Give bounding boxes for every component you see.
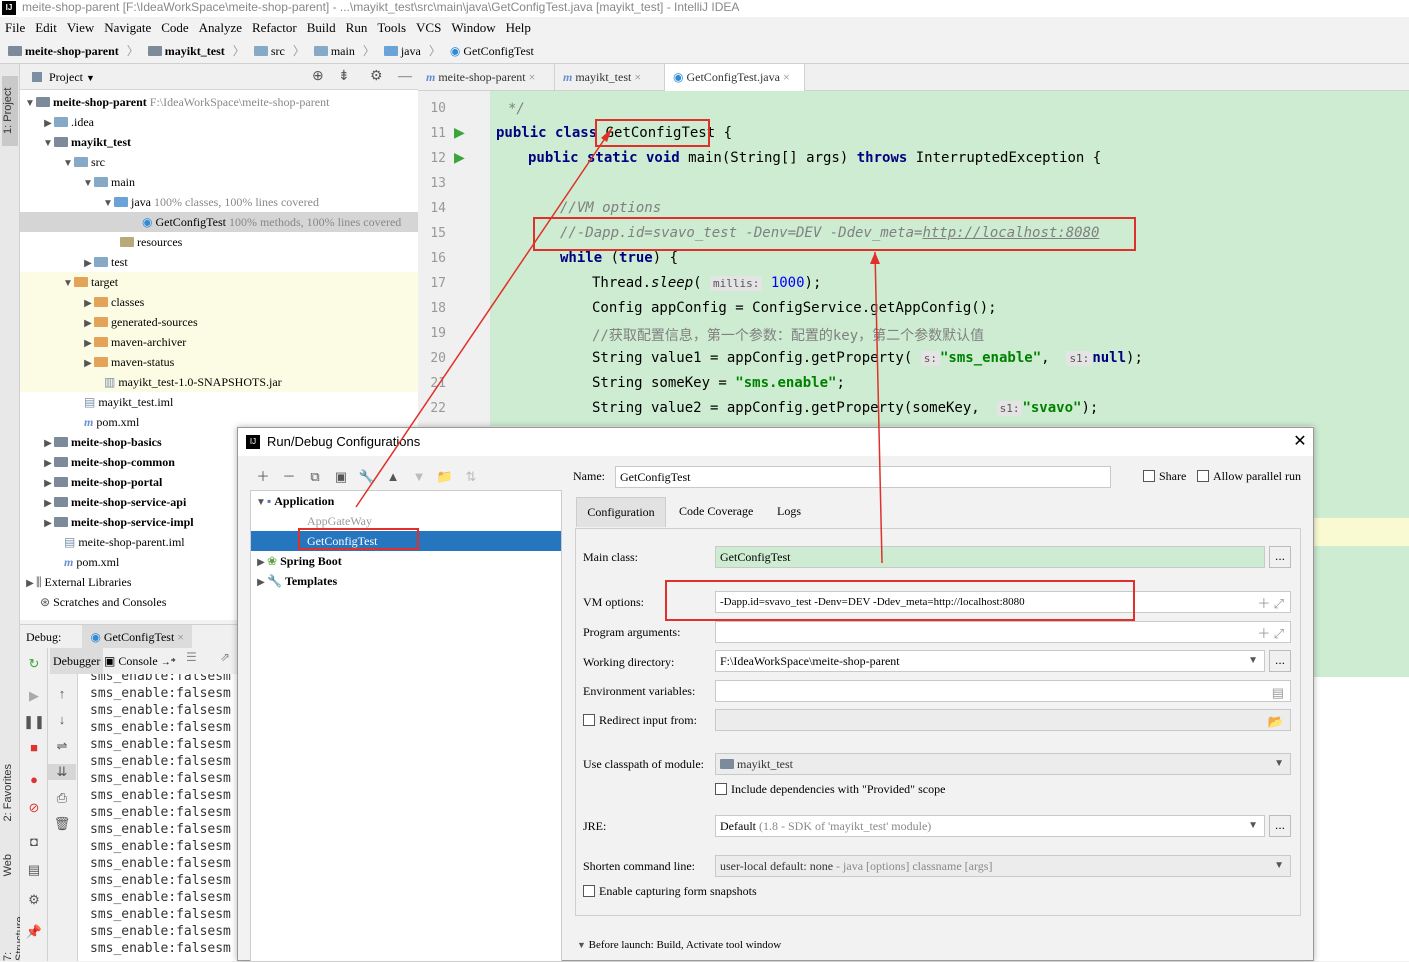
arrowhead-icon: [601, 128, 612, 142]
arrow-to-class-name: [355, 127, 613, 508]
arrow-to-vm-comment: [874, 251, 883, 564]
annotation-arrows: [355, 127, 883, 564]
arrowhead-icon: [870, 252, 880, 264]
